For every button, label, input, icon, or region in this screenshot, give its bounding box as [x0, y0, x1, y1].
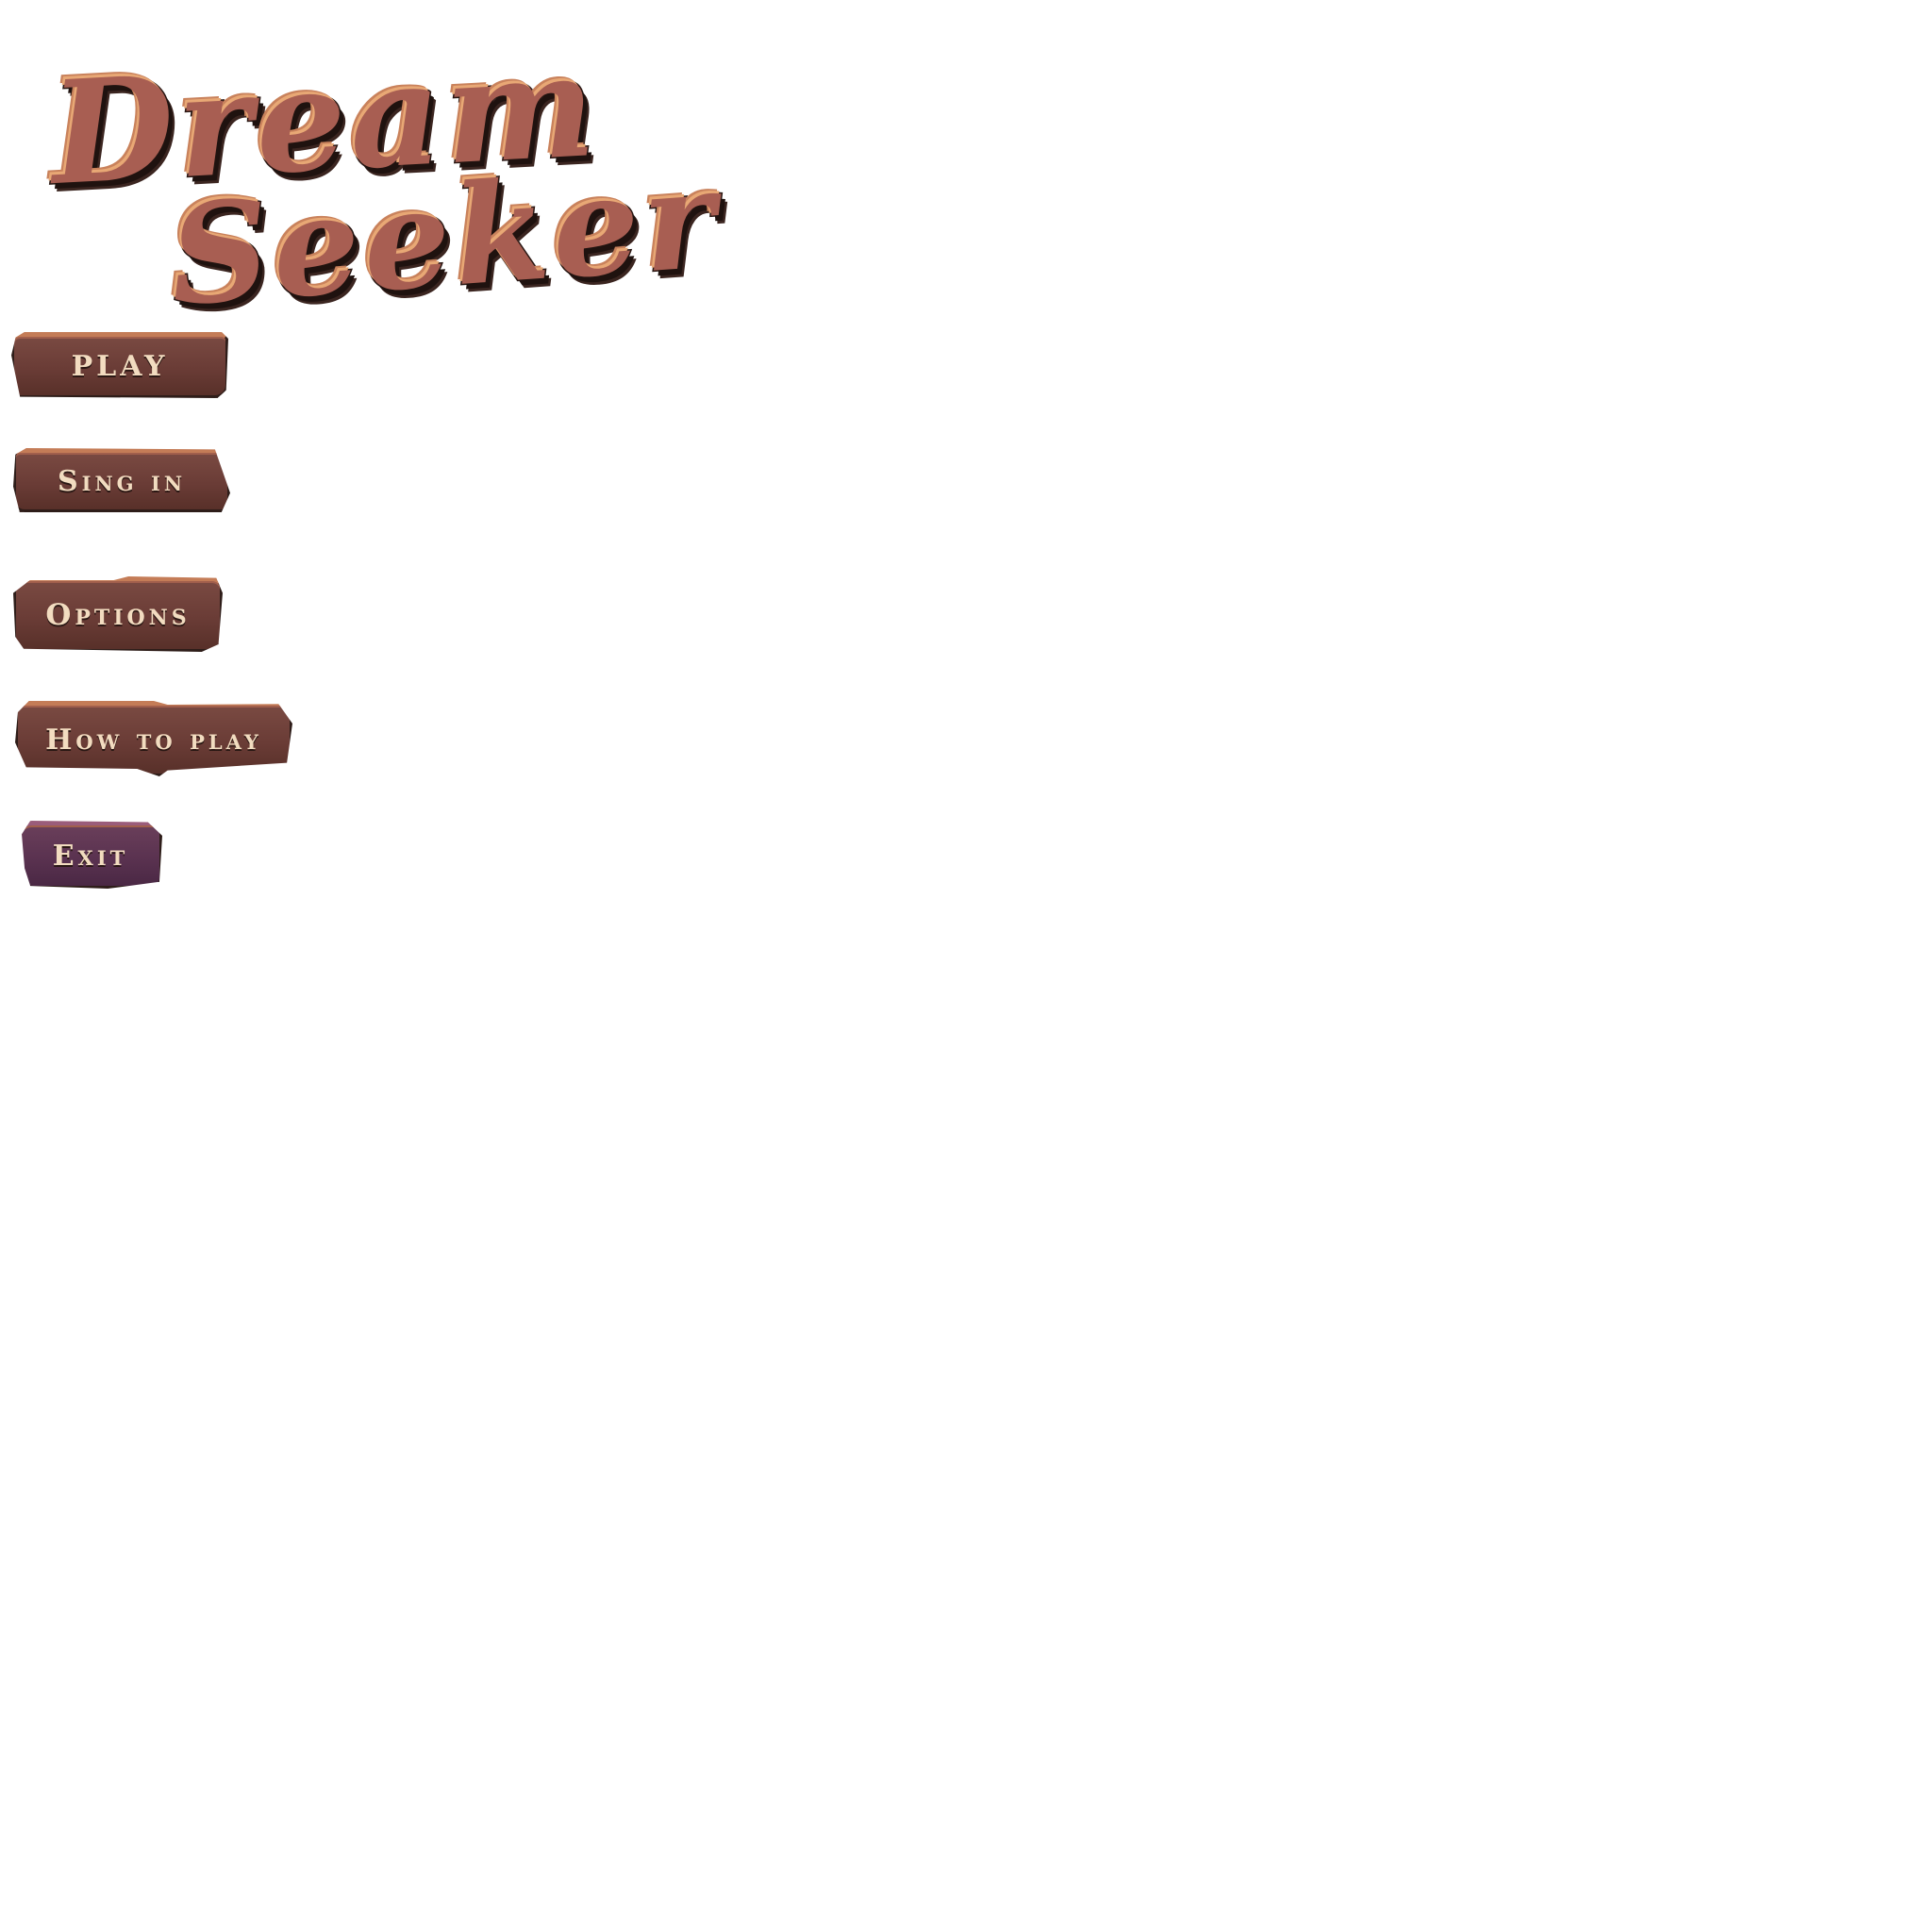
game-logo: Dream Seeker	[38, 21, 725, 338]
exit-button-label: Exit	[52, 839, 129, 873]
options-button[interactable]: Options	[13, 576, 223, 652]
play-button-label: PLAY	[71, 349, 169, 383]
sign-in-button-label: Sing in	[57, 464, 187, 498]
sign-in-button[interactable]: Sing in	[13, 448, 230, 512]
options-button-label: Options	[45, 598, 191, 632]
how-to-play-button[interactable]: How to play	[15, 701, 292, 776]
how-to-play-button-label: How to play	[45, 723, 262, 757]
logo-title-line-2: Seeker	[163, 137, 725, 338]
exit-button[interactable]: Exit	[22, 821, 162, 889]
play-button[interactable]: PLAY	[11, 332, 228, 398]
